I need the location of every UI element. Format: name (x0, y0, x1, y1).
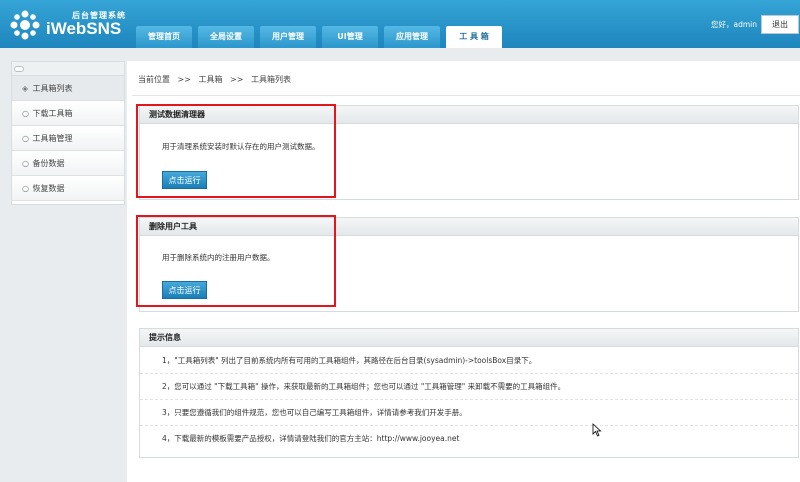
sidebar-item-restore-data[interactable]: ○ 恢复数据 (12, 176, 124, 201)
mouse-cursor-icon (592, 423, 602, 437)
sidebar-header (12, 62, 124, 76)
circle-bullet-icon: ○ (22, 134, 29, 143)
breadcrumb-level2: 工具箱列表 (251, 75, 291, 84)
sidebar-item-toolbox-list[interactable]: ◈ 工具箱列表 (12, 76, 124, 101)
tips-panel: 提示信息 1，"工具箱列表" 列出了目前系统内所有可用的工具箱组件，其路径在后台… (139, 328, 799, 458)
logo[interactable]: 后台管理系统 iWebSNS (6, 6, 126, 42)
sidebar: ◈ 工具箱列表 ○ 下载工具箱 ○ 工具箱管理 ○ 备份数据 ○ 恢复数据 (11, 61, 125, 205)
nav-tab-toolbox[interactable]: 工 具 箱 (446, 26, 502, 48)
tips-title: 提示信息 (140, 329, 798, 347)
highlight-box (136, 215, 336, 307)
highlight-box (136, 104, 336, 198)
nav-tab-ui-management[interactable]: UI管理 (322, 26, 378, 48)
breadcrumb-prefix: 当前位置 (138, 75, 170, 84)
sidebar-item-label: 备份数据 (32, 159, 65, 168)
sidebar-item-label: 下载工具箱 (32, 109, 73, 118)
main-nav: 管理首页 全局设置 用户管理 UI管理 应用管理 工 具 箱 (136, 26, 508, 48)
divider (132, 95, 800, 96)
sidebar-item-download-toolbox[interactable]: ○ 下载工具箱 (12, 101, 124, 126)
list-item: 3，只要您遵循我们的组件规范，您也可以自己编写工具箱组件，详情请参考我们开发手册… (140, 400, 798, 426)
sidebar-item-label: 恢复数据 (32, 184, 65, 193)
nav-tab-user-management[interactable]: 用户管理 (260, 26, 316, 48)
breadcrumb-separator: >> (177, 75, 191, 84)
list-item: 2，您可以通过 "下载工具箱" 操作，来获取最新的工具箱组件；您也可以通过 "工… (140, 374, 798, 400)
logout-button[interactable]: 退出 (761, 15, 799, 34)
diamond-bullet-icon: ◈ (22, 84, 29, 93)
list-item: 4，下载最新的模板需要产品授权，详情请登陆我们的官方主站：http://www.… (162, 434, 460, 443)
circle-bullet-icon: ○ (22, 184, 29, 193)
breadcrumb-separator: >> (230, 75, 244, 84)
breadcrumb: 当前位置 >> 工具箱 >> 工具箱列表 (138, 74, 291, 85)
logo-icon (10, 10, 40, 40)
nav-tab-app-management[interactable]: 应用管理 (384, 26, 440, 48)
nav-tab-global-settings[interactable]: 全局设置 (198, 26, 254, 48)
sidebar-item-label: 工具箱列表 (32, 84, 73, 93)
logo-title: iWebSNS (46, 19, 122, 38)
circle-bullet-icon: ○ (22, 109, 29, 118)
user-greeting: 您好，admin (711, 20, 757, 29)
sidebar-item-backup-data[interactable]: ○ 备份数据 (12, 151, 124, 176)
breadcrumb-level1[interactable]: 工具箱 (199, 75, 223, 84)
collapse-handle-icon[interactable] (14, 66, 24, 72)
top-header: 后台管理系统 iWebSNS 管理首页 全局设置 用户管理 UI管理 应用管理 … (0, 0, 800, 48)
sidebar-item-label: 工具箱管理 (32, 134, 73, 143)
nav-tab-home[interactable]: 管理首页 (136, 26, 192, 48)
circle-bullet-icon: ○ (22, 159, 29, 168)
sidebar-item-toolbox-management[interactable]: ○ 工具箱管理 (12, 126, 124, 151)
tips-list: 1，"工具箱列表" 列出了目前系统内所有可用的工具箱组件，其路径在后台目录(sy… (140, 348, 798, 452)
list-item: 1，"工具箱列表" 列出了目前系统内所有可用的工具箱组件，其路径在后台目录(sy… (140, 348, 798, 374)
